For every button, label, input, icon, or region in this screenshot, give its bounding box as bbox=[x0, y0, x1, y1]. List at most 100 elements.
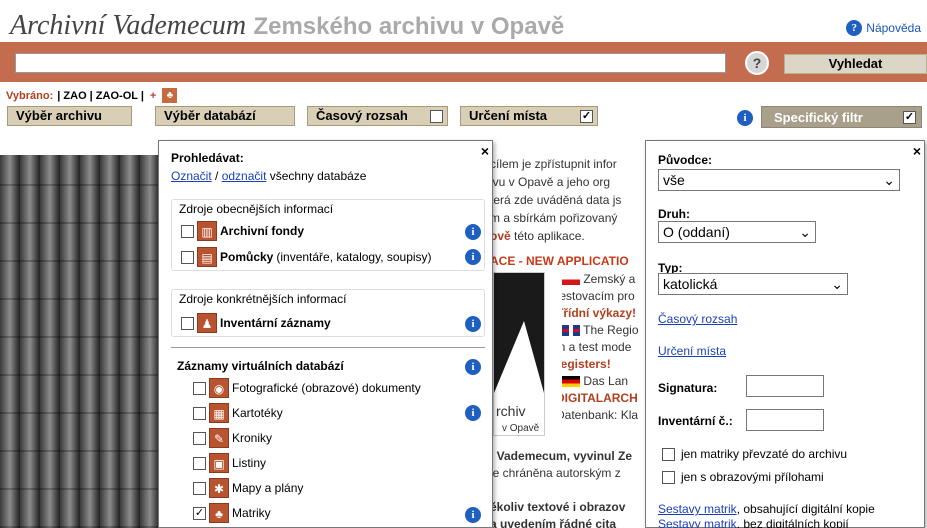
tab-archive-selection[interactable]: Výběr archivu bbox=[7, 106, 132, 126]
search-help-icon[interactable]: ? bbox=[745, 51, 769, 75]
db-item-card-indexes[interactable]: ▦ Kartotéky bbox=[193, 403, 283, 423]
time-range-checkbox[interactable] bbox=[430, 109, 443, 123]
tree-icon[interactable]: ♣ bbox=[162, 88, 178, 103]
lang-link[interactable]: Třídní výkazy! bbox=[562, 305, 646, 322]
signature-input[interactable] bbox=[746, 375, 824, 397]
info-icon[interactable]: i bbox=[465, 405, 481, 421]
info-icon[interactable]: i bbox=[737, 110, 753, 126]
deselect-all-link[interactable]: odznačit bbox=[222, 169, 267, 183]
archive-funds-label: Archivní fondy bbox=[220, 224, 305, 238]
compass-icon: ✱ bbox=[209, 478, 229, 498]
finding-aids-checkbox[interactable] bbox=[181, 250, 194, 264]
place-link[interactable]: Určení místa bbox=[658, 344, 726, 358]
tab-time-range[interactable]: Časový rozsah bbox=[307, 106, 448, 126]
charters-label: Listiny bbox=[232, 456, 267, 470]
maps-checkbox[interactable] bbox=[193, 481, 206, 495]
db-item-archive-funds[interactable]: ▥ Archivní fondy bbox=[181, 221, 304, 241]
tab-specific-filter[interactable]: Specifický filtr ✓ bbox=[761, 106, 922, 128]
info-icon[interactable]: i bbox=[465, 249, 481, 265]
place-checkbox[interactable]: ✓ bbox=[580, 109, 593, 123]
info-icon[interactable]: i bbox=[465, 316, 481, 332]
originator-select[interactable]: vše ⌄ bbox=[658, 169, 900, 191]
lang-line: The Regio bbox=[583, 323, 639, 337]
signature-label: Signatura: bbox=[658, 381, 718, 395]
inventory-records-icon: ♟ bbox=[197, 313, 217, 333]
search-button[interactable]: Vyhledat bbox=[784, 54, 927, 74]
archive-shelves-photo-overlay bbox=[0, 155, 158, 528]
help-link[interactable]: ? Nápověda bbox=[846, 20, 921, 36]
tab-place[interactable]: Určení místa ✓ bbox=[460, 106, 598, 126]
type-select[interactable]: O (oddaní) ⌄ bbox=[658, 221, 816, 243]
camera-icon: ◉ bbox=[209, 378, 229, 398]
archive-logo-sub: v Opavě bbox=[502, 423, 540, 434]
tab-database-selection[interactable]: Výběr databází bbox=[155, 106, 295, 126]
inventory-records-checkbox[interactable] bbox=[181, 316, 194, 330]
lang-line: Zemský a bbox=[583, 272, 636, 286]
lang-line: in a test mode bbox=[562, 340, 632, 354]
all-databases-text: všechny databáze bbox=[266, 169, 367, 183]
tree-icon: ♣ bbox=[209, 503, 229, 523]
intro-line: terá zde uváděná data js bbox=[490, 193, 622, 207]
db-item-photo-documents[interactable]: ◉ Fotografické (obrazové) dokumenty bbox=[193, 378, 421, 398]
originator-value: vše bbox=[663, 172, 685, 188]
tab-time-label: Časový rozsah bbox=[316, 108, 408, 123]
search-input[interactable] bbox=[15, 53, 726, 73]
close-icon[interactable]: × bbox=[481, 144, 489, 158]
lang-link[interactable]: registers! bbox=[562, 356, 646, 373]
only-archived-checkbox[interactable] bbox=[662, 447, 675, 461]
originator-label: Původce: bbox=[658, 153, 713, 167]
charters-checkbox[interactable] bbox=[193, 456, 206, 470]
card-index-checkbox[interactable] bbox=[193, 406, 206, 420]
lang-link[interactable]: DIGITALARCH bbox=[562, 390, 646, 407]
help-icon: ? bbox=[846, 20, 863, 36]
intro-link[interactable]: ově bbox=[490, 229, 511, 243]
app-logo-title: Archivní Vademecum Zemského archivu v Op… bbox=[10, 10, 564, 42]
with-images-checkbox[interactable] bbox=[662, 470, 675, 484]
info-icon[interactable]: i bbox=[465, 507, 481, 523]
close-icon[interactable]: × bbox=[913, 144, 921, 158]
time-range-link[interactable]: Časový rozsah bbox=[658, 312, 737, 326]
vadem-line: i Vademecum, vyvinul Ze bbox=[490, 449, 633, 463]
chevron-down-icon: ⌄ bbox=[883, 171, 895, 188]
chevron-down-icon: ⌄ bbox=[831, 275, 843, 292]
sets-without-copies-link[interactable]: Sestavy matrik bbox=[658, 517, 737, 528]
group-title: Zdroje obecnějších informací bbox=[177, 202, 336, 216]
tab-specific-label: Specifický filtr bbox=[774, 109, 863, 125]
archive-funds-checkbox[interactable] bbox=[181, 224, 194, 238]
info-icon[interactable]: i bbox=[465, 359, 481, 375]
vadem-line: ěkoliv textové i obrazov bbox=[490, 500, 626, 514]
logo-bold-title: Zemského archivu v Opavě bbox=[253, 13, 565, 40]
de-note: Das Lan bbox=[562, 373, 646, 390]
chronicles-checkbox[interactable] bbox=[193, 431, 206, 445]
finding-aids-extra: (inventáře, katalogy, soupisy) bbox=[276, 250, 432, 264]
db-item-charters[interactable]: ▣ Listiny bbox=[193, 453, 266, 473]
photo-docs-label: Fotografické (obrazové) dokumenty bbox=[232, 381, 421, 395]
only-archived-option[interactable]: jen matriky převzaté do archivu bbox=[662, 447, 847, 461]
select-all-link[interactable]: Označit bbox=[171, 169, 212, 183]
add-archive-button[interactable]: + bbox=[150, 90, 156, 102]
sets-without-copies-text: , bez digitálních kopií bbox=[736, 517, 849, 528]
kind-select[interactable]: katolická ⌄ bbox=[658, 273, 848, 295]
db-item-finding-aids[interactable]: ▤ Pomůcky (inventáře, katalogy, soupisy) bbox=[181, 247, 432, 267]
db-item-registers[interactable]: ✓ ♣ Matriky bbox=[193, 503, 271, 523]
uk-flag-icon bbox=[562, 325, 580, 337]
finding-aids-icon: ▤ bbox=[197, 247, 217, 267]
intro-line: cílem je zpřístupnit infor bbox=[490, 157, 617, 171]
selected-values: | ZAO | ZAO-OL | bbox=[57, 89, 144, 102]
lang-line: testovacím pro bbox=[562, 289, 635, 303]
db-item-maps[interactable]: ✱ Mapy a plány bbox=[193, 478, 303, 498]
intro-suffix: této aplikace. bbox=[510, 229, 585, 243]
specific-filter-checkbox[interactable]: ✓ bbox=[903, 110, 916, 124]
sets-without-copies: Sestavy matrik, bez digitálních kopií bbox=[658, 517, 849, 528]
intro-line: m a sbírkám pořizovaný bbox=[490, 211, 618, 225]
vadem-line bbox=[490, 482, 648, 499]
db-item-chronicles[interactable]: ✎ Kroniky bbox=[193, 428, 272, 448]
info-icon[interactable]: i bbox=[465, 224, 481, 240]
sets-with-copies-link[interactable]: Sestavy matrik bbox=[658, 502, 737, 516]
registers-checkbox[interactable]: ✓ bbox=[193, 506, 206, 520]
uk-note: The Regio bbox=[562, 322, 646, 339]
with-images-option[interactable]: jen s obrazovými přílohami bbox=[662, 470, 824, 484]
db-item-inventory-records[interactable]: ♟ Inventární záznamy bbox=[181, 313, 331, 333]
inventory-input[interactable] bbox=[746, 409, 824, 431]
photo-docs-checkbox[interactable] bbox=[193, 381, 206, 395]
